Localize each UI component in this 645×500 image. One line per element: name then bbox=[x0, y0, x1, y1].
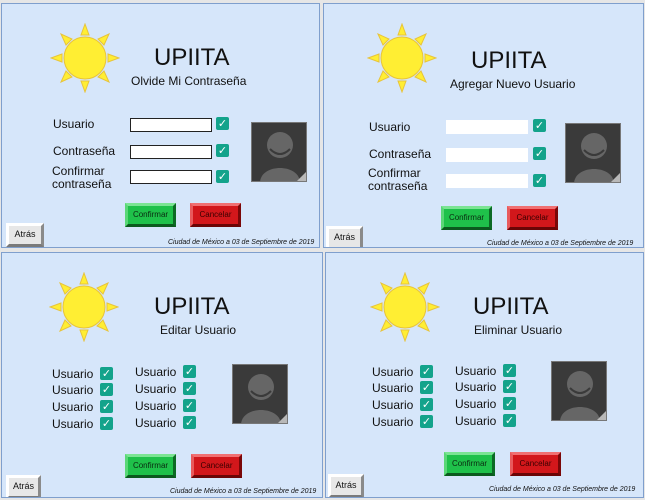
user-list-item: Usuario bbox=[455, 397, 497, 411]
user-avatar-icon bbox=[551, 361, 607, 421]
date-footer: Ciudad de México a 03 de Septiembre de 2… bbox=[168, 239, 315, 246]
page-title: UPIITA bbox=[471, 47, 547, 74]
confirm-password-field[interactable] bbox=[446, 174, 528, 188]
sun-logo-icon bbox=[370, 272, 440, 342]
confirm-button[interactable]: Confirmar bbox=[441, 206, 492, 230]
page-subtitle: Editar Usuario bbox=[160, 323, 237, 337]
back-button[interactable]: Atrás bbox=[6, 223, 44, 247]
panel-edit-user: UPIITA Editar Usuario Usuario Usuario Us… bbox=[1, 252, 323, 498]
confirm-password-field[interactable] bbox=[130, 170, 212, 184]
username-field[interactable] bbox=[130, 118, 212, 132]
back-button[interactable]: Atrás bbox=[6, 475, 41, 497]
page-subtitle: Agregar Nuevo Usuario bbox=[450, 77, 576, 91]
user-list-item: Usuario bbox=[135, 382, 177, 396]
checkbox-icon[interactable]: ✓ bbox=[100, 400, 113, 413]
user-list-item: Usuario bbox=[135, 416, 177, 430]
user-list-item: Usuario bbox=[455, 364, 497, 378]
checkbox-icon[interactable]: ✓ bbox=[100, 367, 113, 380]
user-list-item: Usuario bbox=[455, 414, 497, 428]
user-avatar-icon bbox=[251, 122, 307, 182]
user-list-item: Usuario bbox=[52, 400, 94, 414]
user-list-item: Usuario bbox=[135, 365, 177, 379]
sun-logo-icon bbox=[50, 23, 120, 93]
checkbox-icon[interactable]: ✓ bbox=[183, 416, 196, 429]
checkbox-icon[interactable]: ✓ bbox=[216, 117, 229, 130]
password-field[interactable] bbox=[446, 148, 528, 162]
page-subtitle: Eliminar Usuario bbox=[474, 323, 563, 337]
cancel-button[interactable]: Cancelar bbox=[510, 452, 561, 476]
page-title: UPIITA bbox=[154, 293, 230, 320]
user-list-item: Usuario bbox=[372, 398, 414, 412]
checkbox-icon[interactable]: ✓ bbox=[100, 383, 113, 396]
username-label: Usuario bbox=[369, 120, 411, 134]
checkbox-icon[interactable]: ✓ bbox=[420, 415, 433, 428]
password-label: Contraseña bbox=[53, 144, 116, 158]
checkbox-icon[interactable]: ✓ bbox=[533, 174, 546, 187]
checkbox-icon[interactable]: ✓ bbox=[503, 364, 516, 377]
checkbox-icon[interactable]: ✓ bbox=[216, 144, 229, 157]
checkbox-icon[interactable]: ✓ bbox=[100, 417, 113, 430]
user-list-item: Usuario bbox=[372, 365, 414, 379]
panel-forgot-password: UPIITA Olvide Mi Contraseña Usuario Cont… bbox=[1, 3, 320, 248]
cancel-button[interactable]: Cancelar bbox=[190, 203, 241, 227]
checkbox-icon[interactable]: ✓ bbox=[503, 397, 516, 410]
confirm-button[interactable]: Confirmar bbox=[125, 203, 176, 227]
confirm-button[interactable]: Confirmar bbox=[125, 454, 176, 478]
date-footer: Ciudad de México a 03 de Septiembre de 2… bbox=[489, 486, 636, 493]
user-avatar-icon bbox=[565, 123, 621, 183]
back-button[interactable]: Atrás bbox=[328, 474, 364, 497]
sun-logo-icon bbox=[49, 272, 119, 342]
checkbox-icon[interactable]: ✓ bbox=[183, 365, 196, 378]
cancel-button[interactable]: Cancelar bbox=[507, 206, 558, 230]
user-list-item: Usuario bbox=[135, 399, 177, 413]
cancel-button[interactable]: Cancelar bbox=[191, 454, 242, 478]
user-avatar-icon bbox=[232, 364, 288, 424]
date-footer: Ciudad de México a 03 de Septiembre de 2… bbox=[487, 240, 634, 247]
user-list-item: Usuario bbox=[455, 380, 497, 394]
checkbox-icon[interactable]: ✓ bbox=[183, 382, 196, 395]
panel-delete-user: UPIITA Eliminar Usuario Usuario Usuario … bbox=[325, 252, 644, 498]
confirm-password-label-line2: contraseña bbox=[52, 177, 112, 191]
user-list-item: Usuario bbox=[52, 383, 94, 397]
sun-logo-icon bbox=[367, 23, 437, 93]
checkbox-icon[interactable]: ✓ bbox=[420, 398, 433, 411]
user-list-item: Usuario bbox=[52, 367, 94, 381]
user-list-item: Usuario bbox=[52, 417, 94, 431]
back-button[interactable]: Atrás bbox=[326, 226, 363, 247]
checkbox-icon[interactable]: ✓ bbox=[216, 170, 229, 183]
confirm-button[interactable]: Confirmar bbox=[444, 452, 495, 476]
panel-add-user: UPIITA Agregar Nuevo Usuario Usuario Con… bbox=[323, 3, 644, 248]
password-field[interactable] bbox=[130, 145, 212, 159]
checkbox-icon[interactable]: ✓ bbox=[503, 414, 516, 427]
username-field[interactable] bbox=[446, 120, 528, 134]
page-title: UPIITA bbox=[154, 44, 230, 71]
checkbox-icon[interactable]: ✓ bbox=[503, 380, 516, 393]
confirm-password-label-line2: contraseña bbox=[368, 179, 428, 193]
username-label: Usuario bbox=[53, 117, 95, 131]
user-list-item: Usuario bbox=[372, 415, 414, 429]
password-label: Contraseña bbox=[369, 147, 432, 161]
checkbox-icon[interactable]: ✓ bbox=[533, 147, 546, 160]
page-title: UPIITA bbox=[473, 293, 549, 320]
page-subtitle: Olvide Mi Contraseña bbox=[131, 74, 247, 88]
checkbox-icon[interactable]: ✓ bbox=[420, 381, 433, 394]
user-list-item: Usuario bbox=[372, 381, 414, 395]
checkbox-icon[interactable]: ✓ bbox=[420, 365, 433, 378]
checkbox-icon[interactable]: ✓ bbox=[183, 399, 196, 412]
checkbox-icon[interactable]: ✓ bbox=[533, 119, 546, 132]
date-footer: Ciudad de México a 03 de Septiembre de 2… bbox=[170, 488, 317, 495]
